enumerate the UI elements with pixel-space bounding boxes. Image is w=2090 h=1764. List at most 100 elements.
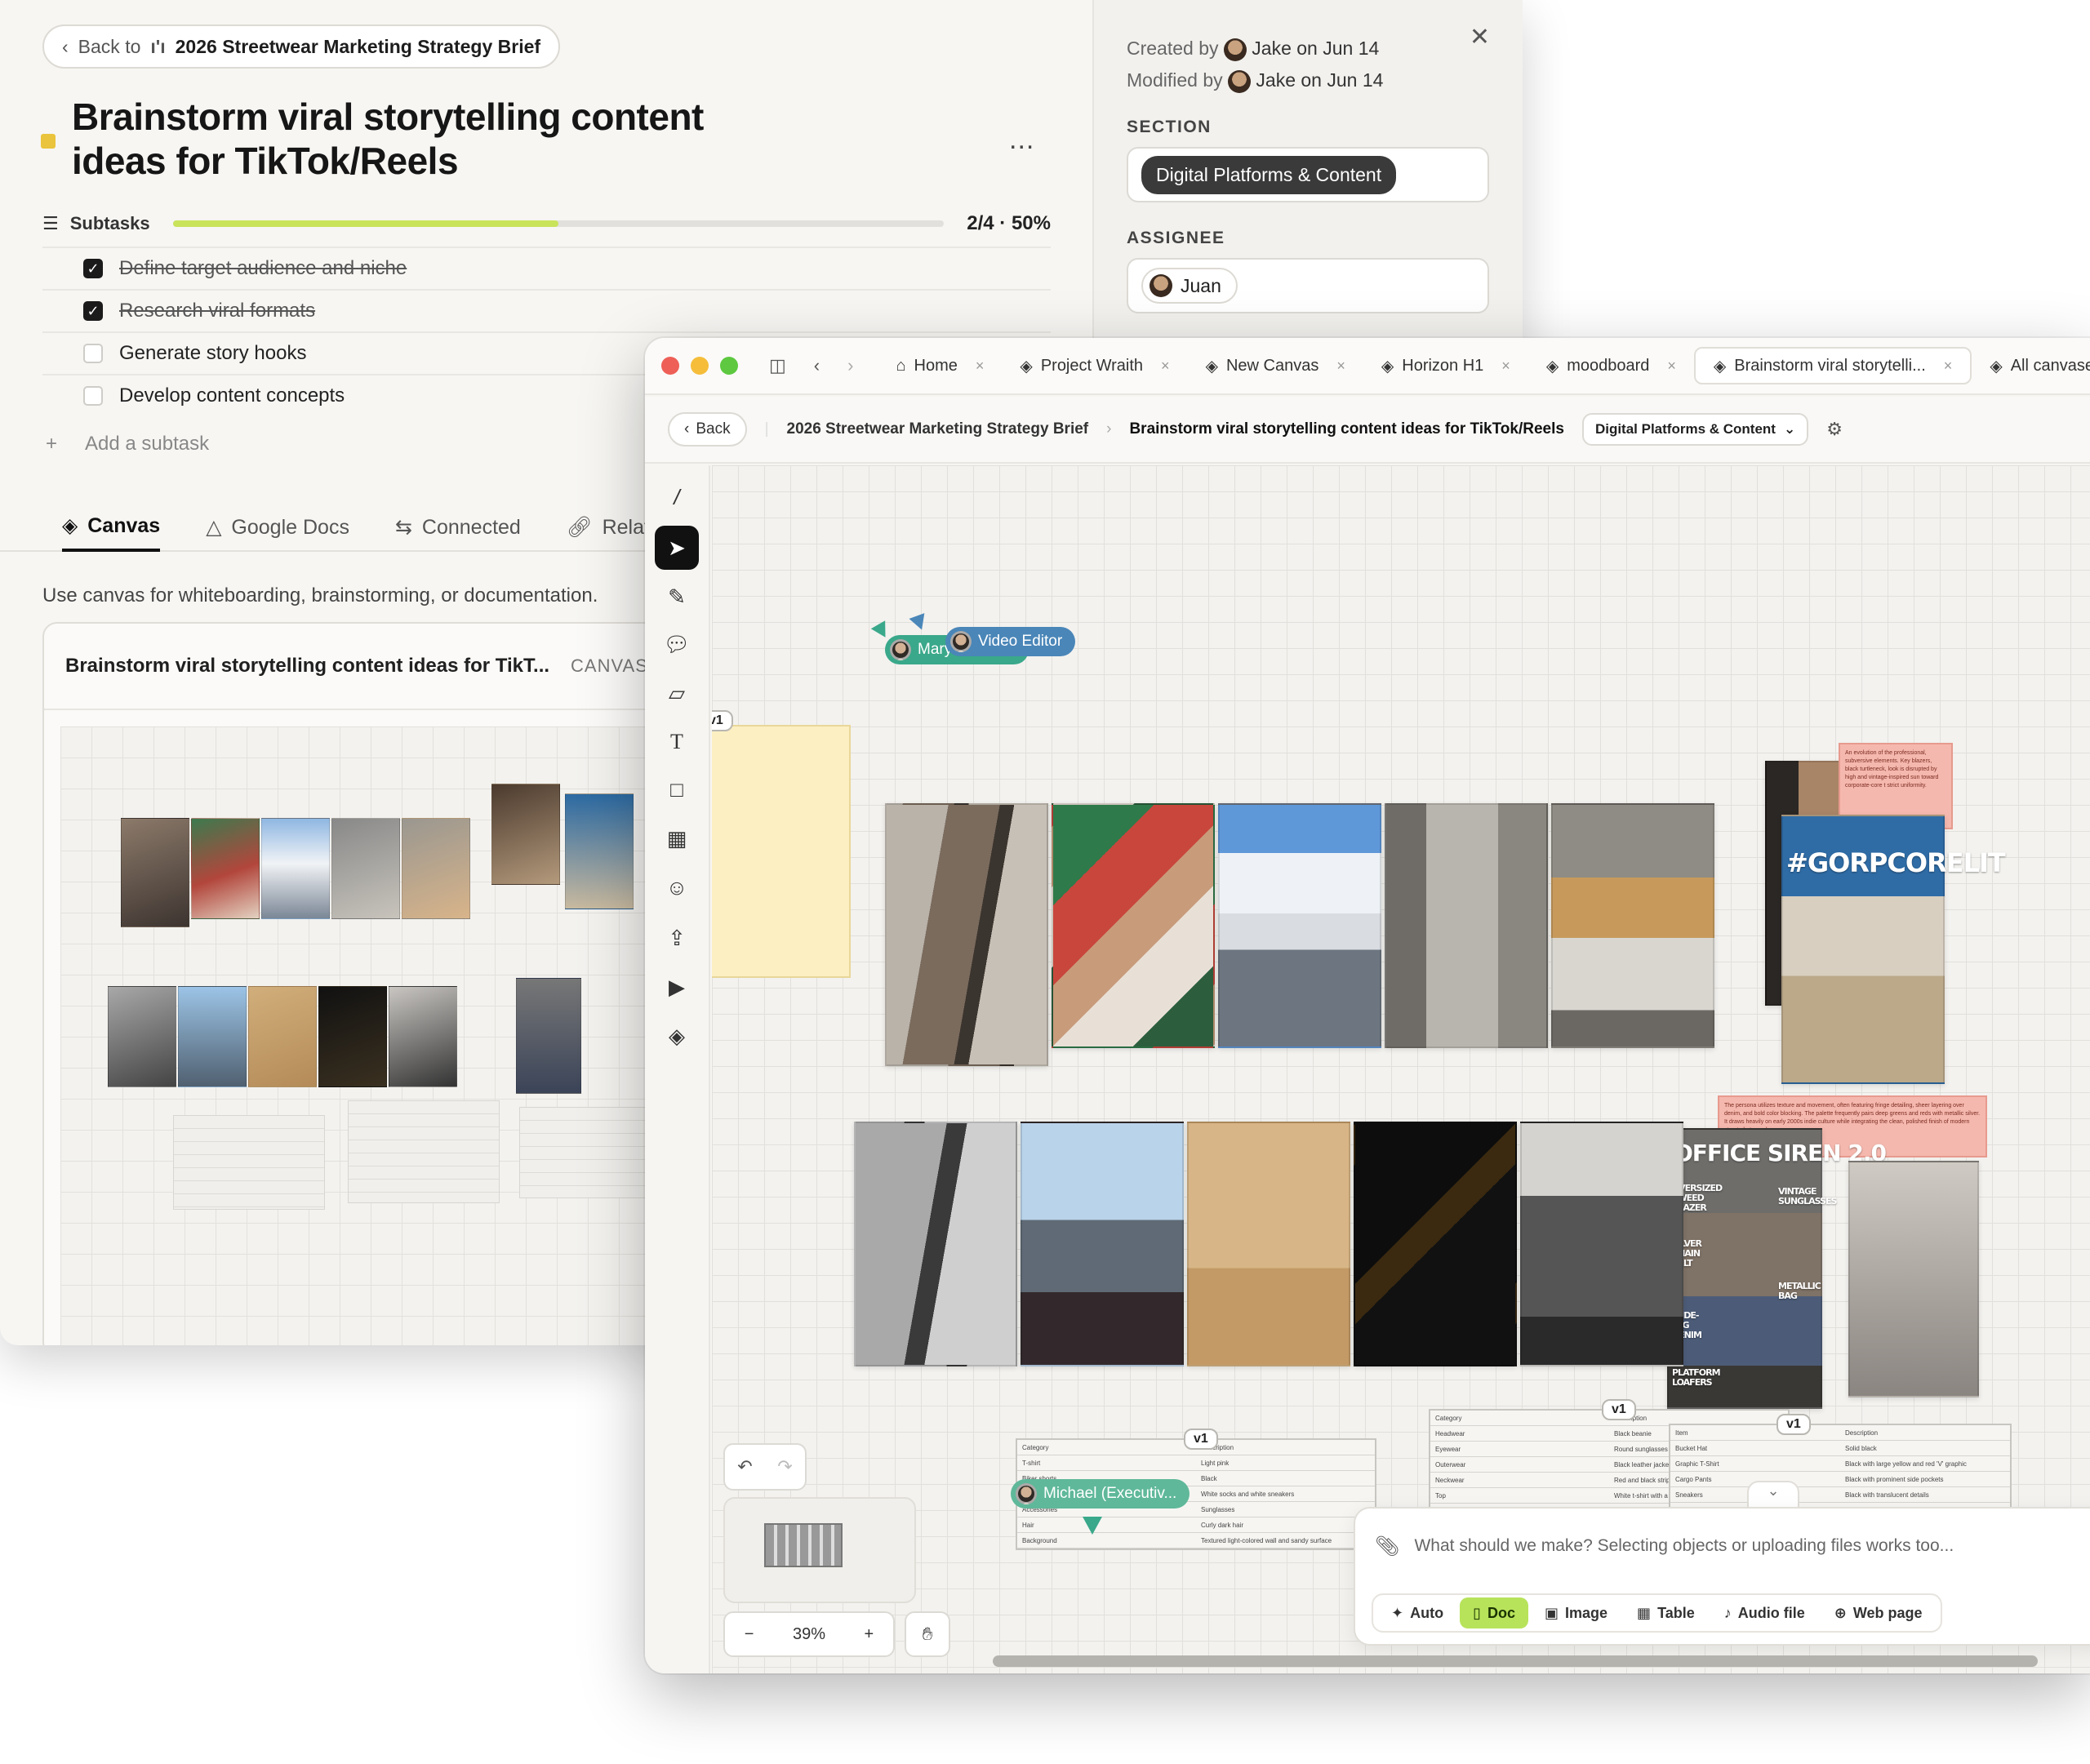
mini-photo [121,818,189,927]
video-tool-icon[interactable]: ▶︎ [655,965,699,1009]
tab-home[interactable]: ⌂ Home × [878,347,1002,384]
more-options-button[interactable]: ... [1009,124,1034,156]
divider: | [764,420,769,438]
minimap[interactable] [723,1497,916,1603]
sticky-note[interactable] [712,725,851,978]
close-tab-icon[interactable]: × [1501,358,1510,375]
table-tool-icon[interactable]: ▦ [655,816,699,860]
comment-tool-icon[interactable]: 💬︎ [655,622,699,666]
tab-horizon-h1[interactable]: ◈ Horizon H1 × [1363,347,1528,384]
close-tab-icon[interactable]: × [1944,358,1953,375]
tab-google-docs[interactable]: △ Google Docs [206,503,349,552]
breadcrumb-task[interactable]: Brainstorm viral storytelling content id… [1129,420,1564,438]
tab-all-canvases[interactable]: ◈All canvases× [1972,347,2090,384]
checkbox[interactable] [83,386,103,406]
photo-tote-bag[interactable] [1385,803,1548,1048]
paperclip-icon[interactable]: 📎︎ [1375,1535,1399,1558]
zoom-out-icon[interactable]: − [745,1625,754,1644]
horizontal-scrollbar[interactable] [993,1655,2038,1667]
subtasks-header: ☰ Subtasks 2/4 · 50% [42,211,1051,237]
back-button[interactable]: ‹ Back [668,412,747,447]
nav-controls: ◫ ‹ › [769,355,853,376]
checkbox[interactable] [83,344,103,363]
poster-tag: VINTAGE SUNGLASSES [1778,1186,1837,1206]
close-window-button[interactable] [661,357,679,375]
subtasks-label: Subtasks [69,213,150,233]
checkbox-checked[interactable]: ✓ [83,301,103,321]
close-tab-icon[interactable]: × [1336,358,1345,375]
photo-desert-walk[interactable] [1187,1122,1350,1366]
tab-project-wraith[interactable]: ◈ Project Wraith × [1002,347,1187,384]
maximize-window-button[interactable] [720,357,738,375]
table-cell: Description [1845,1429,1879,1437]
select-tool-icon[interactable]: ➤ [655,526,699,570]
table-cell: Eyewear [1435,1445,1461,1453]
subtask-item[interactable]: ✓ Define target audience and niche [42,247,1051,289]
minimap-viewport[interactable] [764,1523,843,1567]
back-to-project-button[interactable]: ‹ Back to ı'ı 2026 Streetwear Marketing … [42,24,561,69]
emoji-tool-icon[interactable]: ☺ [655,865,699,909]
chevron-left-icon[interactable]: ‹ [814,355,820,376]
zoom-in-icon[interactable]: + [865,1625,874,1644]
option-table[interactable]: ▦ Table [1624,1597,1708,1628]
section-label: SECTION [1127,118,1212,136]
table-cell: Textured light-colored wall and sandy su… [1201,1536,1332,1544]
pen-tool-icon[interactable]: ✎ [655,575,699,619]
photo-sky-stairs[interactable] [1218,803,1381,1048]
photo-graffiti-woman[interactable] [1052,803,1215,1048]
text-tool-icon[interactable]: T [655,720,699,764]
sticky-note-tool-icon[interactable]: ▱ [655,671,699,715]
option-auto[interactable]: ✦ Auto [1378,1597,1456,1628]
breadcrumb-project[interactable]: 2026 Streetwear Marketing Strategy Brief [787,420,1089,438]
photo-leather-jacket[interactable] [1520,1122,1683,1366]
option-image[interactable]: ▣ Image [1532,1597,1621,1628]
upload-tool-icon[interactable]: ⇪ [655,916,699,960]
canvas-board[interactable]: v1 Mary Video Editor An evolution of the… [712,465,2090,1673]
option-doc[interactable]: ▯ Doc [1460,1597,1528,1628]
table-row: Item Description [1670,1425,2010,1441]
close-icon[interactable]: ✕ [1470,23,1490,51]
section-dropdown[interactable]: Digital Platforms & Content ⌄ [1581,413,1809,446]
option-web-page[interactable]: ⊕ Web page [1821,1597,1936,1628]
photo-city-skyline[interactable] [1021,1122,1184,1366]
add-subtask-button[interactable]: + Add a subtask [46,433,209,455]
mini-photo [516,978,581,1094]
sidebar-toggle-icon[interactable]: ◫ [769,355,786,376]
add-subtask-label: Add a subtask [85,433,210,455]
chevron-right-icon[interactable]: › [847,355,853,376]
chevron-down-icon[interactable]: ⌄ [1747,1481,1799,1509]
table-cell: Graphic T-Shirt [1675,1460,1719,1468]
photo-vest-man[interactable] [1551,803,1714,1048]
created-by: Jake on Jun 14 [1252,38,1380,59]
minimize-window-button[interactable] [691,357,709,375]
layers-tool-icon[interactable]: ◈ [655,1014,699,1058]
slash-command-icon[interactable]: / [655,475,699,519]
close-tab-icon[interactable]: × [1667,358,1676,375]
tab-new-canvas[interactable]: ◈ New Canvas × [1188,347,1363,384]
section-field[interactable]: Digital Platforms & Content [1127,147,1489,202]
version-badge: v1 [1602,1399,1636,1420]
photo-partial[interactable] [1848,1161,1979,1397]
tab-brainstorm-viral-storytelli[interactable]: ◈ Brainstorm viral storytelli... × [1693,347,1972,384]
photo-wall-sitting[interactable] [854,1122,1017,1366]
checkbox-checked[interactable]: ✓ [83,259,103,278]
assignee-field[interactable]: Juan [1127,258,1489,313]
subtask-item[interactable]: ✓ Research viral formats [42,289,1051,331]
layers-icon: ◈ [1381,357,1394,375]
option-audio-file[interactable]: ♪ Audio file [1711,1597,1818,1628]
tab-canvas[interactable]: ◈ Canvas [62,503,161,552]
tab-connected[interactable]: ⇆ Connected [395,503,521,552]
close-tab-icon[interactable]: × [1161,358,1170,375]
mini-photo [402,818,470,919]
prompt-input[interactable]: 📎︎ What should we make? Selecting object… [1375,1526,2077,1566]
photo-dark-figure[interactable] [1354,1122,1517,1366]
photo-reading-man[interactable] [885,803,1048,1066]
shape-tool-icon[interactable]: □ [655,767,699,811]
redo-icon[interactable]: ↷ [777,1456,792,1477]
tab-moodboard[interactable]: ◈ moodboard × [1528,347,1694,384]
undo-icon[interactable]: ↶ [737,1456,752,1477]
canvas-toolbar: / ➤ ✎ 💬︎ ▱ T □ ▦ ☺ ⇪ ▶︎ ◈ [645,465,710,1673]
settings-gear-icon[interactable]: ⚙︎ [1826,419,1843,440]
close-tab-icon[interactable]: × [976,358,985,375]
hand-tool-icon[interactable]: ✋︎ [905,1611,950,1657]
